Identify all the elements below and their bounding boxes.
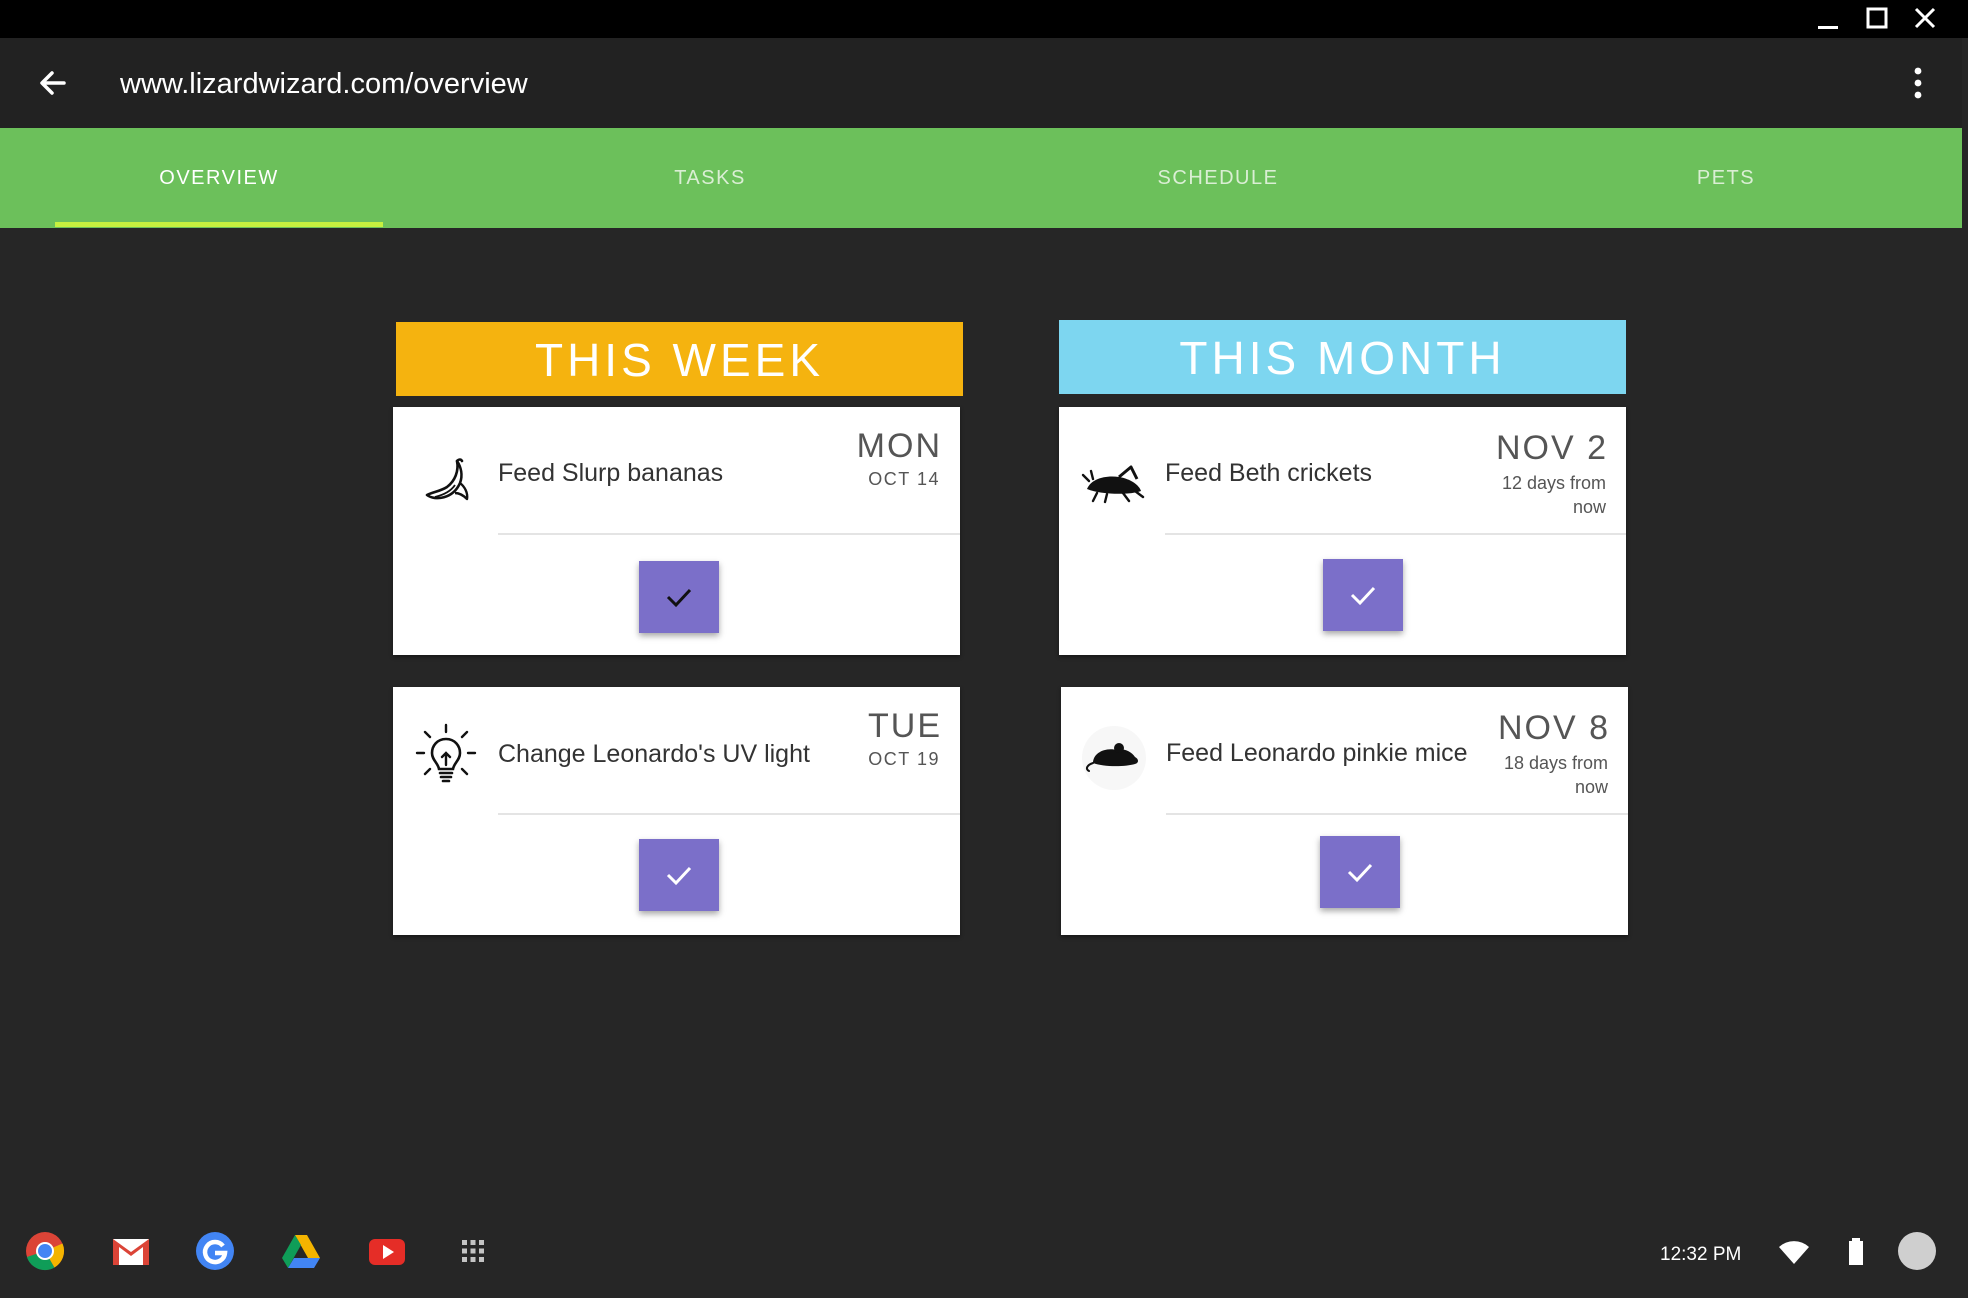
task-card: Feed Leonardo pinkie mice NOV 8 18 days … [1061,687,1628,935]
card-divider [1166,813,1628,815]
gmail-icon[interactable] [110,1230,152,1272]
task-day: MON [856,427,942,465]
complete-task-button[interactable] [1320,836,1400,908]
close-icon[interactable] [1910,4,1940,34]
task-title: Change Leonardo's UV light [498,740,810,768]
battery-icon[interactable] [1838,1234,1874,1270]
tab-overview[interactable]: OVERVIEW [55,128,383,228]
tab-pets[interactable]: PETS [1576,128,1876,228]
mouse-icon [1079,723,1149,793]
more-vert-icon[interactable] [1902,62,1934,104]
chrome-icon[interactable] [24,1230,66,1272]
wifi-icon[interactable] [1776,1234,1812,1270]
task-relative-date: 18 days from now [1503,753,1608,797]
this-month-header: THIS MONTH [1059,320,1626,394]
cricket-icon [1079,449,1149,519]
account-avatar[interactable] [1898,1232,1936,1270]
card-divider [498,533,960,535]
card-divider [498,813,960,815]
window-titlebar [0,0,1968,38]
chromebook-screen: www.lizardwizard.com/overview OVERVIEW T… [0,0,1968,1298]
google-icon[interactable] [194,1230,236,1272]
check-icon [1347,863,1373,883]
task-title: Feed Slurp bananas [498,459,724,487]
task-day: TUE [868,707,942,745]
check-icon [666,588,692,608]
card-divider [1165,533,1626,535]
minimize-icon[interactable] [1812,4,1842,34]
tab-bar: OVERVIEW TASKS SCHEDULE PETS [0,128,1962,228]
complete-task-button[interactable] [639,561,719,633]
youtube-icon[interactable] [366,1230,408,1272]
check-icon [1350,586,1376,606]
task-date: OCT 19 [868,749,940,769]
task-title: Feed Leonardo pinkie mice [1166,739,1468,767]
task-card: Feed Beth crickets NOV 2 12 days from no… [1059,407,1626,655]
arrow-left-icon[interactable] [34,64,72,102]
task-date: OCT 14 [868,469,940,489]
task-day: NOV 2 [1495,429,1608,467]
this-week-header: THIS WEEK [396,322,963,396]
task-relative-date: 12 days from now [1501,473,1606,517]
task-card: Feed Slurp bananas MON OCT 14 [393,407,960,655]
banana-icon [413,447,483,517]
tab-tasks[interactable]: TASKS [560,128,860,228]
complete-task-button[interactable] [639,839,719,911]
app-launcher-icon[interactable] [452,1230,494,1272]
complete-task-button[interactable] [1323,559,1403,631]
check-icon [666,866,692,886]
url-text[interactable]: www.lizardwizard.com/overview [120,68,528,101]
maximize-icon[interactable] [1862,4,1892,34]
task-title: Feed Beth crickets [1165,459,1373,487]
drive-icon[interactable] [280,1230,322,1272]
tab-schedule[interactable]: SCHEDULE [1068,128,1368,228]
address-bar: www.lizardwizard.com/overview [0,38,1962,128]
system-shelf: 12:32 PM [0,1212,1968,1298]
lightbulb-icon [411,721,481,791]
active-tab-indicator [55,222,383,227]
task-card: Change Leonardo's UV light TUE OCT 19 [393,687,960,935]
system-clock[interactable]: 12:32 PM [1660,1244,1741,1266]
task-day: NOV 8 [1497,709,1610,747]
